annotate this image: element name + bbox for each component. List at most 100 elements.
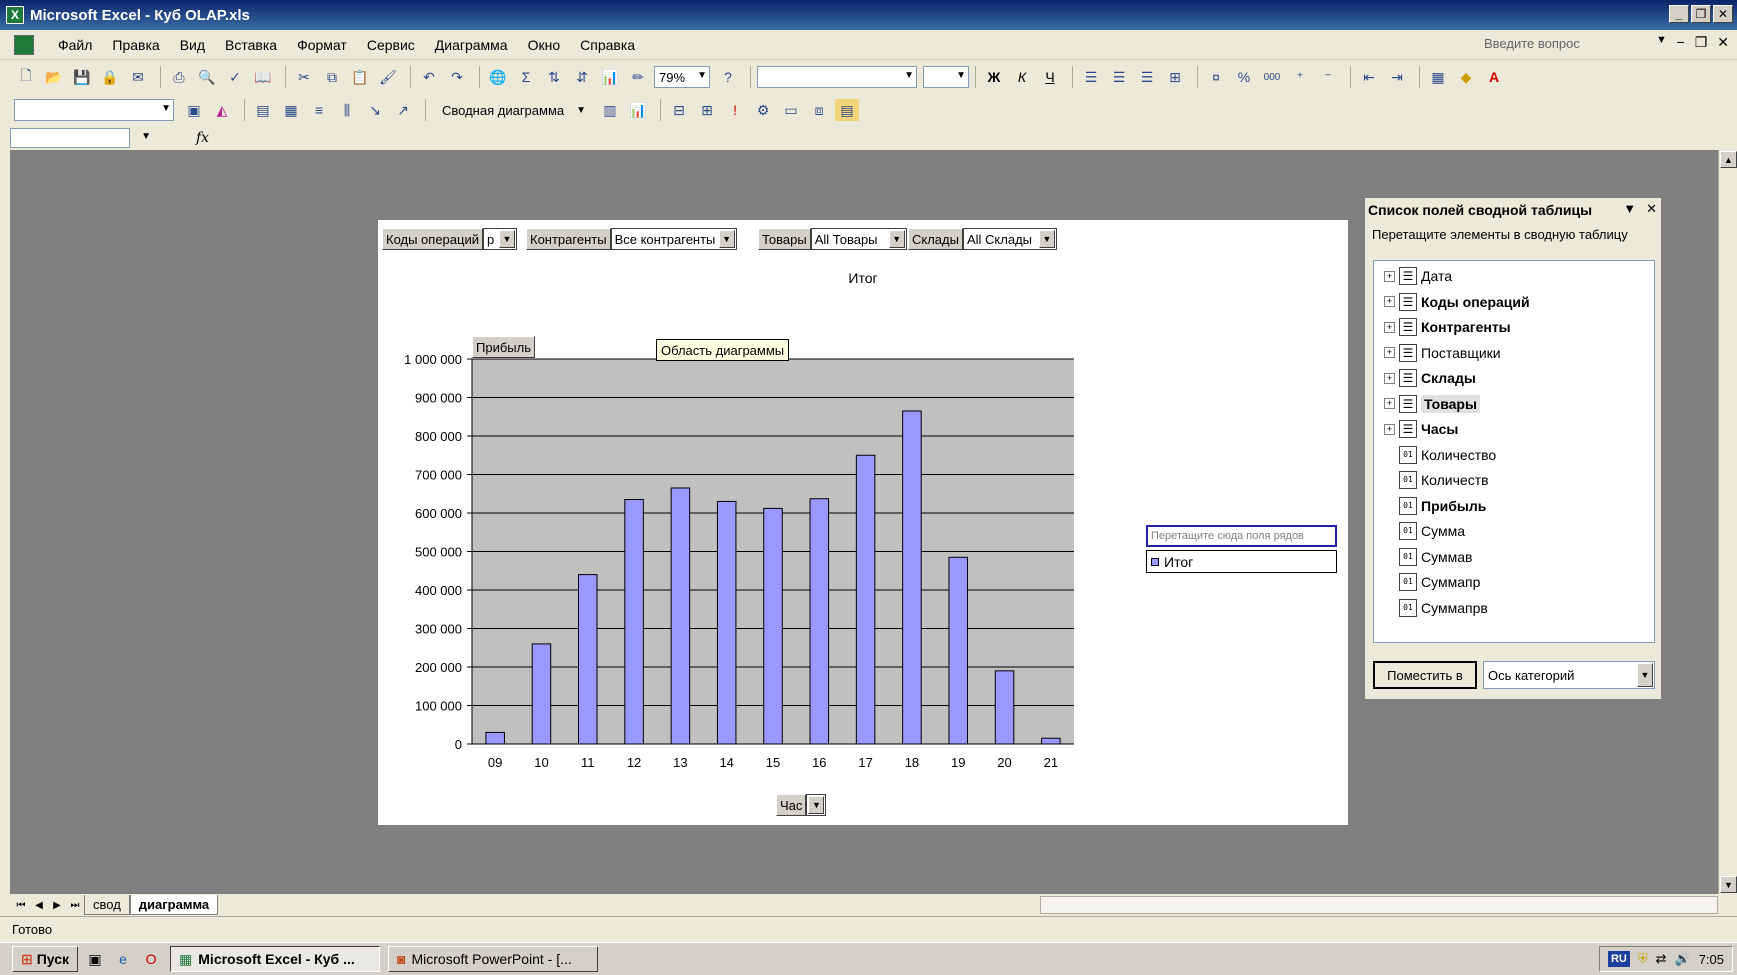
chevron-down-icon[interactable]: ▼ [718,230,735,248]
paste-icon[interactable]: 📋 [348,66,372,88]
field-value-warehouses[interactable]: All Склады ▼ [962,228,1057,250]
angle-text-down-icon[interactable]: ↘ [363,99,387,121]
x-tick-label[interactable]: 10 [534,755,548,770]
permission-icon[interactable]: 🔒 [98,66,122,88]
chevron-down-icon[interactable]: ▼ [141,131,151,142]
x-tick-label[interactable]: 18 [905,755,919,770]
place-in-button[interactable]: Поместить в [1373,661,1477,689]
y-tick-label[interactable]: 200 000 [415,660,462,675]
expand-icon[interactable]: + [1384,398,1395,409]
network-icon[interactable]: ⇄ [1656,951,1667,967]
show-desktop-icon[interactable]: ▣ [84,948,106,970]
bar[interactable] [1041,737,1061,745]
borders-icon[interactable]: ▦ [1426,66,1450,88]
field-button-warehouses[interactable]: Склады [908,228,963,250]
menu-file[interactable]: Файл [48,37,102,53]
bar[interactable] [716,500,737,745]
field-value-counterparties[interactable]: Все контрагенты ▼ [610,228,737,250]
new-icon[interactable]: 🗋 [14,66,38,88]
bar[interactable] [763,507,783,745]
x-tick-label[interactable]: 15 [766,755,780,770]
format-report-icon[interactable]: ▥ [598,99,622,121]
x-tick-label[interactable]: 13 [673,755,687,770]
refresh-data-icon[interactable]: ! [723,99,747,121]
field-item[interactable]: 01 Суммапр [1384,571,1480,593]
field-item[interactable]: 01 Суммав [1384,546,1472,568]
doc-minimize-button[interactable]: − [1677,34,1685,51]
y-tick-label[interactable]: 0 [455,737,462,752]
field-value-operation-codes[interactable]: р ▼ [483,228,517,250]
x-tick-label[interactable]: 11 [581,755,595,770]
chevron-down-icon[interactable]: ▼ [1038,230,1055,248]
format-chart-icon[interactable]: ▣ [182,99,206,121]
field-item[interactable]: + ☰ Товары [1384,393,1480,415]
x-tick-label[interactable]: 21 [1044,755,1058,770]
bar[interactable] [670,487,691,745]
expand-icon[interactable]: + [1384,347,1395,358]
place-target-select[interactable]: Ось категорий ▼ [1483,661,1655,689]
data-field-button[interactable]: Прибыль [472,336,535,358]
chart-type-icon[interactable]: ◭ [210,99,234,121]
open-icon[interactable]: 📂 [42,66,66,88]
horizontal-scrollbar[interactable] [1040,896,1718,914]
minimize-button[interactable]: _ [1669,5,1689,23]
last-sheet-icon[interactable]: ⏭ [66,900,84,911]
field-item[interactable]: 01 Суммапрв [1384,597,1488,619]
field-item[interactable]: 01 Прибыль [1384,495,1486,517]
chevron-down-icon[interactable]: ▼ [1637,663,1653,687]
increase-indent-icon[interactable]: ⇥ [1385,66,1409,88]
field-item[interactable]: + ☰ Дата [1384,265,1452,287]
close-icon[interactable]: ✕ [1646,201,1657,217]
bar[interactable] [994,670,1015,745]
y-tick-label[interactable]: 300 000 [415,622,462,637]
chart-wizard-icon[interactable]: 📊 [598,66,622,88]
field-item[interactable]: + ☰ Поставщики [1384,342,1501,364]
field-item[interactable]: 01 Количество [1384,444,1496,466]
scroll-up-icon[interactable]: ▲ [1720,151,1737,168]
menu-view[interactable]: Вид [170,37,215,53]
percent-button[interactable]: % [1232,66,1256,88]
email-icon[interactable]: ✉ [126,66,150,88]
start-button[interactable]: ⊞ Пуск [12,946,79,972]
bar[interactable] [578,574,598,745]
chevron-down-icon[interactable]: ▼ [808,796,825,814]
save-icon[interactable]: 💾 [70,66,94,88]
field-item[interactable]: 01 Количеств [1384,469,1489,491]
menu-window[interactable]: Окно [518,37,571,53]
series-drop-zone[interactable]: Перетащите сюда поля рядов [1146,525,1337,547]
font-name-select[interactable]: ▼ [757,66,917,88]
prev-sheet-icon[interactable]: ◀ [30,900,48,911]
by-column-icon[interactable]: ⫼ [335,99,359,121]
field-button-counterparties[interactable]: Контрагенты [526,228,611,250]
menu-edit[interactable]: Правка [102,37,169,53]
x-tick-label[interactable]: 17 [858,755,872,770]
chart-title[interactable]: Итог [378,270,1348,286]
hide-detail-icon[interactable]: ⊟ [667,99,691,121]
restore-button[interactable]: ❐ [1691,5,1711,23]
redo-icon[interactable]: ↷ [445,66,469,88]
close-button[interactable]: ✕ [1713,5,1733,23]
chart-object-select[interactable]: ▼ [14,99,174,121]
menu-help[interactable]: Справка [570,37,645,53]
align-left-icon[interactable]: ☰ [1079,66,1103,88]
x-tick-label[interactable]: 14 [719,755,733,770]
thousands-button[interactable]: 000 [1260,66,1284,88]
autosum-icon[interactable]: Σ [514,66,538,88]
data-table-icon[interactable]: ▦ [279,99,303,121]
sheet-tab-diagramma[interactable]: диаграмма [129,895,219,915]
hide-field-buttons-icon[interactable]: ▭ [779,99,803,121]
field-item[interactable]: + ☰ Контрагенты [1384,316,1511,338]
menu-chart[interactable]: Диаграмма [425,37,518,53]
taskbar-excel[interactable]: ▦ Microsoft Excel - Куб ... [170,946,381,972]
y-tick-label[interactable]: 800 000 [415,429,462,444]
expand-icon[interactable]: + [1384,423,1395,435]
field-item[interactable]: + ☰ Склады [1384,367,1476,389]
expand-icon[interactable]: + [1384,270,1395,282]
name-box[interactable]: ▼ [10,128,151,148]
y-tick-label[interactable]: 700 000 [415,468,462,483]
zoom-select[interactable]: 79% ▼ [654,66,710,88]
function-icon[interactable]: fx [196,130,209,146]
bold-button[interactable]: Ж [982,66,1006,88]
field-item[interactable]: 01 Сумма [1384,520,1465,542]
print-preview-icon[interactable]: 🔍 [195,66,219,88]
